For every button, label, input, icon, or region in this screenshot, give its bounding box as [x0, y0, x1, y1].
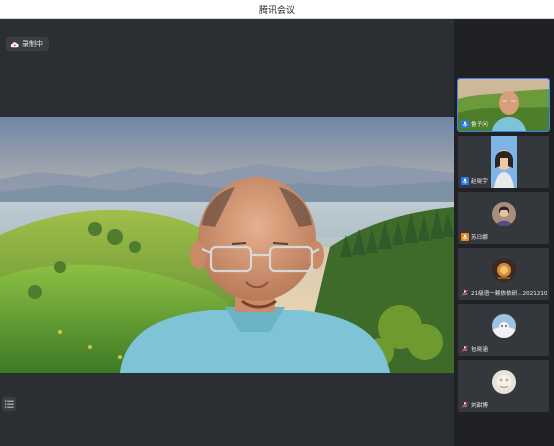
- participant-name: 苏日娜: [471, 235, 488, 241]
- participant-tile[interactable]: 苏日娜: [458, 192, 549, 244]
- mic-muted-icon: [461, 289, 469, 297]
- participant-name-row: 包晓涵: [461, 344, 488, 354]
- cloud-record-icon: [10, 41, 19, 47]
- participant-tile[interactable]: 鲁子问: [457, 78, 550, 132]
- recording-label: 录制中: [22, 40, 43, 48]
- list-icon: [4, 400, 14, 408]
- mic-muted-icon: [461, 401, 469, 409]
- participant-tile[interactable]: 刘甜博: [458, 360, 549, 412]
- mic-icon: [461, 120, 469, 128]
- participant-sidebar: 鲁子问 赵晓宇 苏日娜 21级语一赖依依研...2021210 包晓涵 刘甜博: [454, 19, 554, 446]
- mic-icon: [461, 233, 469, 241]
- participant-list-button[interactable]: [2, 397, 16, 411]
- participant-name: 21级语一赖依依研...20212100...: [471, 291, 547, 297]
- avatar: [491, 258, 516, 282]
- participant-tile[interactable]: 赵晓宇: [458, 136, 549, 188]
- avatar: [491, 314, 516, 338]
- participant-name-row: 苏日娜: [461, 232, 488, 242]
- participant-tile[interactable]: 21级语一赖依依研...20212100...: [458, 248, 549, 300]
- participant-name-row: 赵晓宇: [461, 176, 488, 186]
- participant-name-row: 鲁子问: [461, 119, 488, 129]
- participant-tile[interactable]: 包晓涵: [458, 304, 549, 356]
- title-bar: 腾讯会议: [0, 0, 554, 19]
- participant-name: 赵晓宇: [471, 179, 488, 185]
- avatar: [491, 202, 516, 226]
- mic-muted-icon: [461, 345, 469, 353]
- speaker-video-frame: [0, 117, 454, 373]
- participant-name: 刘甜博: [471, 403, 488, 409]
- recording-indicator[interactable]: 录制中: [6, 37, 49, 51]
- speaker-video[interactable]: [0, 117, 454, 373]
- participant-name: 鲁子问: [471, 122, 488, 128]
- participant-name-row: 21级语一赖依依研...20212100...: [461, 288, 547, 298]
- main-stage: 录制中: [0, 19, 454, 446]
- mic-icon: [461, 177, 469, 185]
- avatar: [491, 370, 516, 394]
- participant-name-row: 刘甜博: [461, 400, 488, 410]
- participant-name: 包晓涵: [471, 347, 488, 353]
- window-title: 腾讯会议: [258, 6, 295, 16]
